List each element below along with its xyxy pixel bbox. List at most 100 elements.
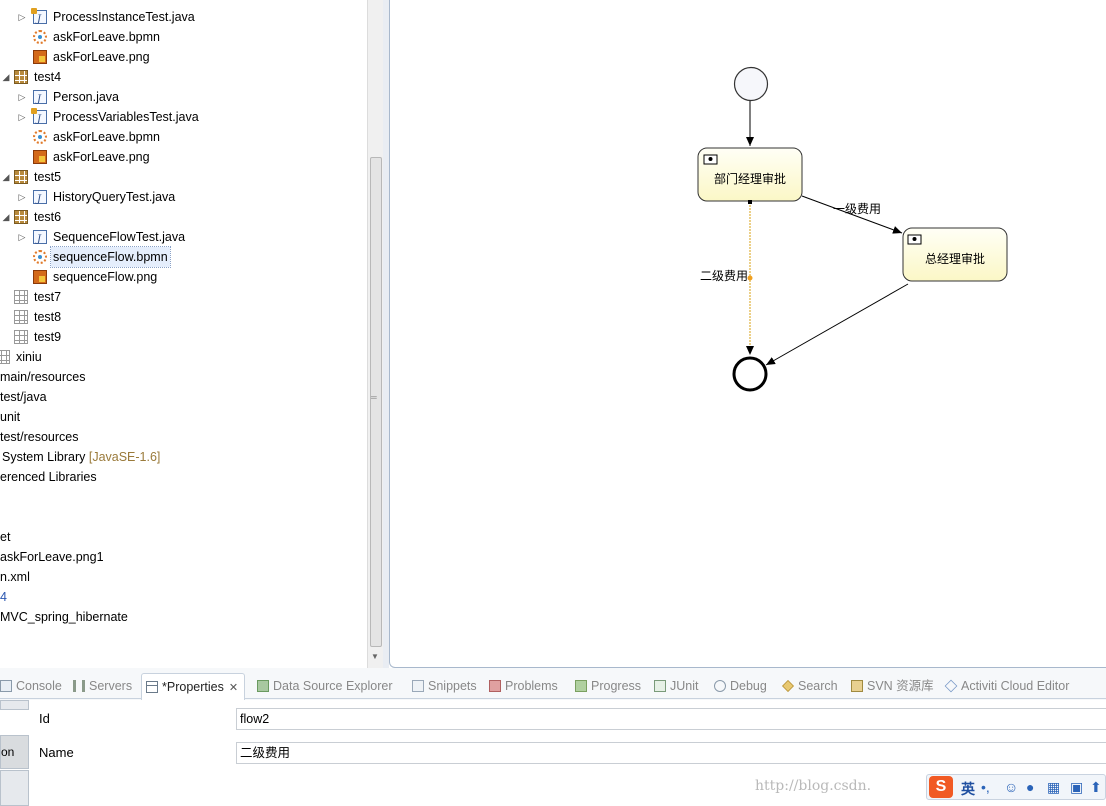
view-tab-bar: Console Servers *Properties ✕ Data Source… (0, 673, 1106, 700)
tree-item-main-resources[interactable]: main/resources (0, 367, 360, 387)
tree-item-pom-xml[interactable]: n.xml (0, 567, 360, 587)
tree-item-junit[interactable]: unit (0, 407, 360, 427)
tree-item-askforleave-bpmn[interactable]: askForLeave.bpmn (0, 27, 360, 47)
watermark: http://blog.csdn. (755, 778, 872, 794)
tree-item-test4[interactable]: ◢ test4 (0, 67, 360, 87)
start-event[interactable] (733, 66, 769, 102)
close-icon[interactable]: ✕ (229, 682, 238, 694)
microphone-icon[interactable]: ● (1026, 779, 1034, 795)
sequence-flow-general-end[interactable] (765, 283, 909, 366)
tree-item-test-java[interactable]: test/java (0, 387, 360, 407)
tab-data-source-explorer[interactable]: Data Source Explorer (257, 673, 393, 699)
tree-item-sequenceflow-png[interactable]: sequenceFlow.png (0, 267, 360, 287)
keyboard-icon[interactable]: ▦ (1047, 779, 1060, 796)
tab-properties[interactable]: *Properties ✕ (141, 673, 246, 700)
collapse-arrow-icon[interactable]: ◢ (0, 167, 12, 187)
tab-junit[interactable]: JUnit (654, 673, 698, 699)
progress-icon (575, 680, 587, 692)
tree-item-processinstancetest[interactable]: ▷ ProcessInstanceTest.java (0, 7, 360, 30)
png-icon (33, 150, 47, 164)
tab-problems[interactable]: Problems (489, 673, 558, 699)
java-test-icon (31, 8, 47, 30)
flow-label-level1[interactable]: 一级费用 (833, 200, 881, 217)
properties-icon (146, 681, 158, 693)
collapse-arrow-icon[interactable]: ◢ (0, 67, 12, 87)
expand-arrow-icon[interactable]: ▷ (16, 187, 28, 207)
tree-item-historyquerytest[interactable]: ▷ HistoryQueryTest.java (0, 187, 360, 210)
user-task-icon-head (912, 237, 917, 241)
expand-arrow-icon[interactable]: ▷ (16, 227, 28, 247)
name-label: Name (39, 745, 74, 760)
tree-item-test5[interactable]: ◢ test5 (0, 167, 360, 187)
tree-item-system-library[interactable]: System Library [JavaSE-1.6] (0, 447, 360, 467)
tree-item-askforleave-png[interactable]: askForLeave.png (0, 47, 360, 67)
tree-item-referenced-libraries[interactable]: erenced Libraries (0, 467, 360, 487)
collapse-arrow-icon[interactable]: ◢ (0, 207, 12, 227)
java-icon (33, 190, 47, 210)
properties-side-tab[interactable] (0, 770, 29, 806)
tree-item-test7[interactable]: test7 (0, 287, 360, 307)
task-label-department-manager: 部门经理审批 (713, 172, 786, 186)
tree-item-test8[interactable]: test8 (0, 307, 360, 327)
toolbox-icon[interactable]: ▣ (1070, 779, 1083, 796)
tree-item-test6[interactable]: ◢ test6 (0, 207, 360, 227)
ime-toolbar[interactable]: S 英 •, ☺ ● ▦ ▣ ⬆ (926, 774, 1106, 800)
scroll-down-arrow-icon[interactable]: ▼ (371, 652, 379, 661)
package-empty-icon (14, 310, 28, 324)
scrollbar-thumb[interactable] (370, 157, 382, 647)
task-label-general-manager: 总经理审批 (924, 252, 985, 266)
tree-item-sequenceflow-bpmn[interactable]: sequenceFlow.bpmn (0, 246, 360, 268)
tab-console[interactable]: Console (0, 673, 62, 699)
png-icon (33, 50, 47, 64)
flow-label-level2[interactable]: 二级费用 (700, 267, 748, 284)
tree-item-et[interactable]: et (0, 527, 360, 547)
selection-handle[interactable] (747, 275, 753, 281)
data-source-icon (257, 680, 269, 692)
search-icon (782, 680, 794, 692)
tree-item-sequenceflowtest[interactable]: ▷ SequenceFlowTest.java (0, 227, 360, 250)
end-event[interactable] (732, 356, 768, 392)
tree-vertical-scrollbar[interactable]: ═ ▼ (367, 0, 383, 668)
emoji-icon[interactable]: ☺ (1004, 779, 1018, 795)
java-icon (33, 90, 47, 110)
snippets-icon (412, 680, 424, 692)
expand-arrow-icon[interactable]: ▷ (16, 107, 28, 127)
tree-item-xiniu[interactable]: xiniu (0, 347, 360, 367)
package-empty-icon (0, 350, 10, 364)
bpmn-icon (33, 30, 47, 44)
tree-item-test-resources[interactable]: test/resources (0, 427, 360, 447)
tab-snippets[interactable]: Snippets (412, 673, 477, 699)
expand-arrow-icon[interactable]: ▷ (16, 87, 28, 107)
tree-item-4[interactable]: 4 (0, 587, 360, 607)
id-field[interactable]: flow2 (236, 708, 1106, 730)
tab-debug[interactable]: Debug (714, 673, 767, 699)
tab-activiti-cloud-editor[interactable]: Activiti Cloud Editor (944, 673, 1069, 699)
skin-icon[interactable]: ⬆ (1090, 779, 1102, 796)
tab-progress[interactable]: Progress (575, 673, 641, 699)
tree-item-askforleave-png1[interactable]: askForLeave.png1 (0, 547, 360, 567)
name-field[interactable]: 二级费用 (236, 742, 1106, 764)
bpmn-icon (33, 250, 47, 264)
png-icon (33, 270, 47, 284)
tree-item-person[interactable]: ▷ Person.java (0, 87, 360, 110)
punctuation-icon[interactable]: •, (981, 779, 990, 795)
svn-icon (851, 680, 863, 692)
bpmn-editor-canvas[interactable]: 部门经理审批 总经理审批 一级费用 二级费用 (389, 0, 1106, 668)
tab-search[interactable]: Search (782, 673, 838, 699)
expand-arrow-icon[interactable]: ▷ (16, 7, 28, 27)
ime-language-toggle[interactable]: 英 (961, 779, 975, 799)
properties-side-tab-selected[interactable]: on (0, 735, 29, 769)
tab-svn-repository[interactable]: SVN 资源库 (851, 673, 934, 699)
tree-item-askforleave-png-2[interactable]: askForLeave.png (0, 147, 360, 167)
tab-servers[interactable]: Servers (73, 673, 132, 699)
tree-item-askforleave-bpmn-2[interactable]: askForLeave.bpmn (0, 127, 360, 147)
id-label: Id (39, 711, 50, 726)
package-icon (14, 70, 28, 84)
properties-side-tab[interactable] (0, 700, 29, 710)
tree-item-test9[interactable]: test9 (0, 327, 360, 347)
scrollbar-grip-icon: ═ (371, 393, 377, 402)
selection-handle[interactable] (748, 200, 752, 204)
sogou-logo-icon[interactable]: S (929, 776, 953, 798)
tree-item-mvc-spring-hibernate[interactable]: MVC_spring_hibernate (0, 607, 360, 627)
tree-item-processvariablestest[interactable]: ▷ ProcessVariablesTest.java (0, 107, 360, 130)
